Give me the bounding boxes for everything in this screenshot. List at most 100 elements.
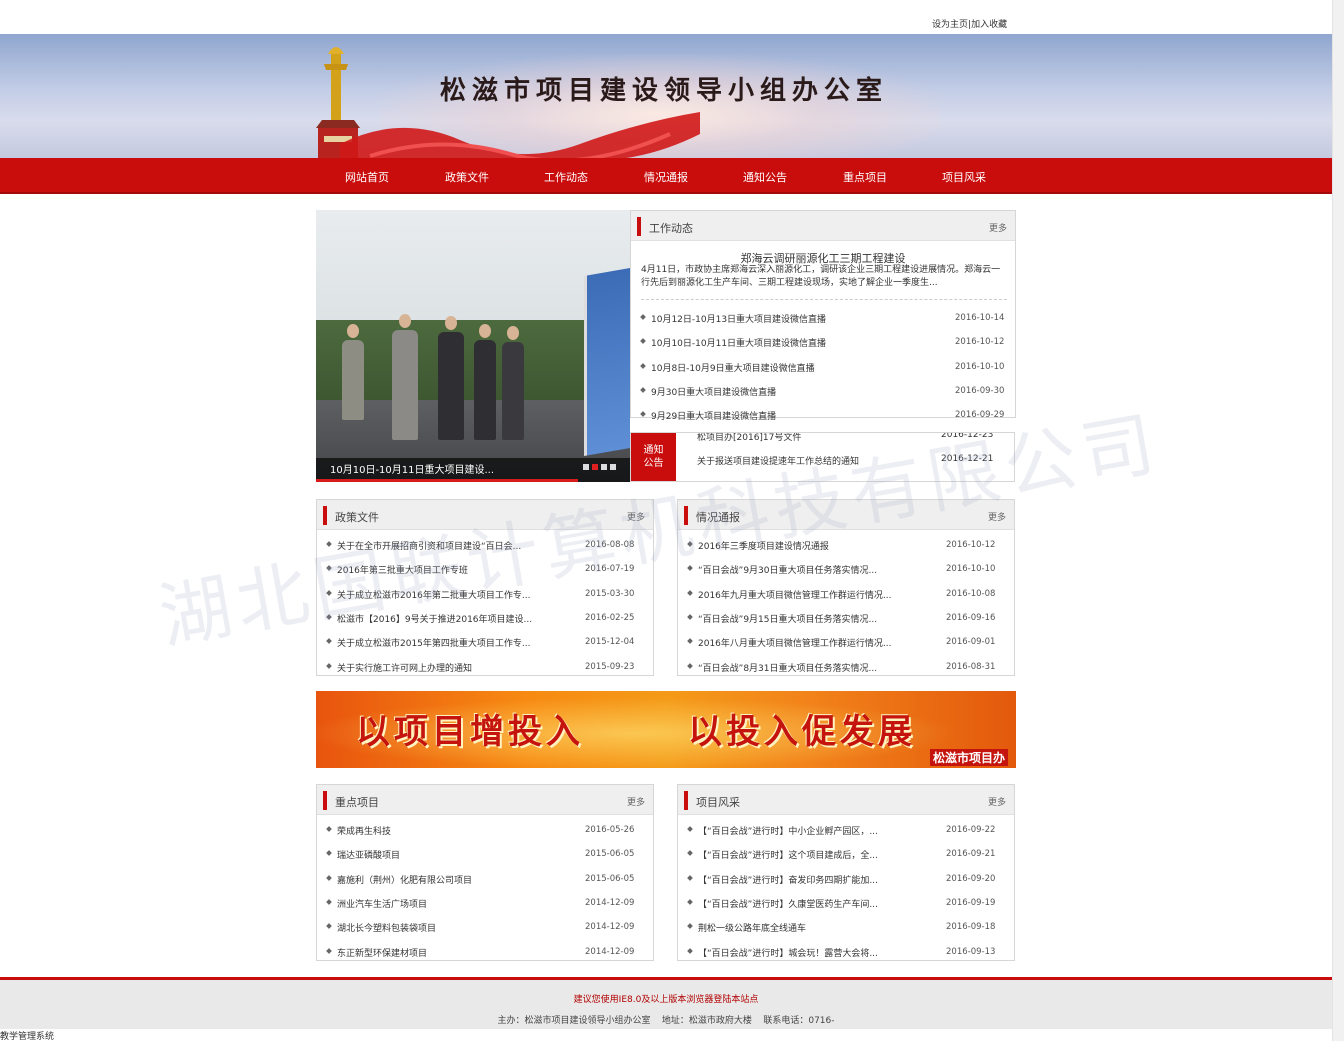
list-item-title[interactable]: 湖北长今塑料包装袋项目: [337, 921, 573, 934]
list-item-date: 2016-02-25: [585, 612, 635, 623]
nav-policy[interactable]: 政策文件: [445, 169, 489, 185]
bullet-icon: [326, 899, 332, 905]
page-scrollbar[interactable]: [1332, 0, 1344, 1041]
list-item-title[interactable]: 【“百日会战”进行时】城会玩！露营大会将...: [698, 946, 934, 959]
list-item[interactable]: 洲业汽车生活广场项目 2014-12-09: [317, 894, 653, 914]
bullet-icon: [640, 338, 646, 345]
list-item[interactable]: 2016年九月重大项目微信管理工作群运行情况... 2016-10-08: [678, 585, 1014, 605]
slide-dot[interactable]: [583, 464, 589, 470]
list-item-title[interactable]: 2016年八月重大项目微信管理工作群运行情况...: [698, 636, 934, 649]
list-item-title[interactable]: 荣成再生科技: [337, 824, 573, 837]
list-item[interactable]: “百日会战”8月31日重大项目任务落实情况... 2016-08-31: [678, 658, 1014, 678]
list-item-title[interactable]: 关于在全市开展招商引资和项目建设“百日会...: [337, 539, 573, 552]
slide-dot[interactable]: [601, 464, 607, 470]
list-item[interactable]: 荆松一级公路年底全线通车 2016-09-18: [678, 918, 1014, 938]
bullet-icon: [326, 662, 332, 669]
bullet-icon: [687, 565, 693, 572]
notice-item-date: 2016-12-21: [941, 454, 994, 464]
slide-dot[interactable]: [610, 464, 616, 470]
list-item[interactable]: 【“百日会战”进行时】奋发印务四期扩能加... 2016-09-20: [678, 870, 1014, 890]
list-item[interactable]: 嘉施利（荆州）化肥有限公司项目 2015-06-05: [317, 870, 653, 890]
list-item-title[interactable]: “百日会战”9月30日重大项目任务落实情况...: [698, 563, 934, 576]
list-item[interactable]: 关于在全市开展招商引资和项目建设“百日会... 2016-08-08: [317, 536, 653, 556]
nav-report[interactable]: 情况通报: [644, 169, 688, 185]
list-item[interactable]: 【“百日会战”进行时】中小企业孵产园区，... 2016-09-22: [678, 821, 1014, 841]
list-item[interactable]: 关于成立松滋市2015年第四批重大项目工作专... 2015-12-04: [317, 633, 653, 653]
list-item-title[interactable]: 瑞达亚磷酸项目: [337, 848, 573, 861]
notice-item-date: 2016-12-23: [941, 432, 994, 440]
list-item-title[interactable]: 10月10日-10月11日重大项目建设微信直播: [651, 336, 941, 349]
list-item[interactable]: 2016年第三批重大项目工作专班 2016-07-19: [317, 560, 653, 580]
list-item[interactable]: 东正新型环保建材项目 2014-12-09: [317, 943, 653, 963]
more-link[interactable]: 更多: [989, 221, 1007, 234]
list-item[interactable]: 10月12日-10月13日重大项目建设微信直播 2016-10-14: [631, 309, 1015, 329]
notice-tag-line: 通知: [643, 445, 664, 456]
nav-notice[interactable]: 通知公告: [743, 169, 787, 185]
list-item-title[interactable]: 洲业汽车生活广场项目: [337, 897, 573, 910]
list-item-title[interactable]: “百日会战”8月31日重大项目任务落实情况...: [698, 661, 934, 674]
more-link[interactable]: 更多: [627, 510, 645, 523]
list-item[interactable]: 荣成再生科技 2016-05-26: [317, 821, 653, 841]
list-item[interactable]: “百日会战”9月30日重大项目任务落实情况... 2016-10-10: [678, 560, 1014, 580]
panel-title: 政策文件: [335, 511, 379, 524]
list-item-title[interactable]: 9月30日重大项目建设微信直播: [651, 385, 941, 398]
more-link[interactable]: 更多: [988, 510, 1006, 523]
list-item[interactable]: 关于成立松滋市2016年第二批重大项目工作专... 2015-03-30: [317, 585, 653, 605]
list-item[interactable]: 湖北长今塑料包装袋项目 2014-12-09: [317, 918, 653, 938]
list-item-title[interactable]: 【“百日会战”进行时】这个项目建成后，全...: [698, 848, 934, 861]
list-item-title[interactable]: 嘉施利（荆州）化肥有限公司项目: [337, 873, 573, 886]
list-item-title[interactable]: 关于成立松滋市2016年第二批重大项目工作专...: [337, 588, 573, 601]
list-item[interactable]: 关于实行施工许可网上办理的通知 2015-09-23: [317, 658, 653, 678]
list-item-title[interactable]: “百日会战”9月15日重大项目任务落实情况...: [698, 612, 934, 625]
list-item-date: 2016-09-19: [946, 897, 996, 908]
list-item[interactable]: 2016年八月重大项目微信管理工作群运行情况... 2016-09-01: [678, 633, 1014, 653]
list-item[interactable]: 【“百日会战”进行时】这个项目建成后，全... 2016-09-21: [678, 845, 1014, 865]
add-favorite-link[interactable]: 加入收藏: [971, 20, 1007, 30]
list-item-title[interactable]: 10月12日-10月13日重大项目建设微信直播: [651, 312, 941, 325]
list-item[interactable]: 【“百日会战”进行时】久康堂医药生产车间... 2016-09-19: [678, 894, 1014, 914]
list-item-title[interactable]: 2016年九月重大项目微信管理工作群运行情况...: [698, 588, 934, 601]
list-item-date: 2016-09-22: [946, 825, 996, 835]
list-item[interactable]: 9月29日重大项目建设微信直播 2016-09-29: [631, 406, 1015, 426]
list-item[interactable]: 10月8日-10月9日重大项目建设微信直播 2016-10-10: [631, 358, 1015, 378]
slide-caption[interactable]: 10月10日-10月11日重大项目建设...: [330, 461, 494, 476]
photo-slider[interactable]: 10月10日-10月11日重大项目建设...: [316, 210, 630, 482]
list-item[interactable]: 瑞达亚磷酸项目 2015-06-05: [317, 845, 653, 865]
nav-key-projects[interactable]: 重点项目: [843, 169, 887, 185]
list-item-title[interactable]: 关于成立松滋市2015年第四批重大项目工作专...: [337, 636, 573, 649]
list-item-title[interactable]: 【“百日会战”进行时】久康堂医药生产车间...: [698, 897, 934, 910]
list-item-title[interactable]: 10月8日-10月9日重大项目建设微信直播: [651, 361, 941, 374]
list-item-date: 2016-10-14: [955, 313, 1005, 323]
notice-item[interactable]: 关于报送项目建设提速年工作总结的通知: [697, 454, 859, 467]
nav-project-style[interactable]: 项目风采: [942, 169, 986, 185]
list-item-title[interactable]: 2016年三季度项目建设情况通报: [698, 539, 934, 552]
list-item-title[interactable]: 关于实行施工许可网上办理的通知: [337, 661, 573, 674]
more-link[interactable]: 更多: [627, 795, 645, 808]
slide-photo-person-head: [399, 314, 411, 328]
list-item[interactable]: 9月30日重大项目建设微信直播 2016-09-30: [631, 382, 1015, 402]
list-item[interactable]: 松滋市【2016】9号关于推进2016年项目建设... 2016-02-25: [317, 609, 653, 629]
notice-item[interactable]: 松项目办[2016]17号文件: [697, 433, 801, 443]
list-item-title[interactable]: 松滋市【2016】9号关于推进2016年项目建设...: [337, 612, 573, 625]
list-item-title[interactable]: 东正新型环保建材项目: [337, 946, 573, 959]
list-item-title[interactable]: 9月29日重大项目建设微信直播: [651, 409, 941, 422]
bullet-icon: [326, 923, 332, 930]
list-item[interactable]: 2016年三季度项目建设情况通报 2016-10-12: [678, 536, 1014, 556]
list-item-title[interactable]: 【“百日会战”进行时】奋发印务四期扩能加...: [698, 873, 934, 886]
panel-title: 工作动态: [649, 222, 693, 235]
nav-home[interactable]: 网站首页: [345, 169, 389, 185]
list-item[interactable]: 10月10日-10月11日重大项目建设微信直播 2016-10-12: [631, 333, 1015, 353]
list-item[interactable]: 【“百日会战”进行时】城会玩！露营大会将... 2016-09-13: [678, 943, 1014, 963]
bullet-icon: [326, 850, 332, 857]
top-links: 设为主页|加入收藏: [932, 17, 1007, 30]
list-item[interactable]: “百日会战”9月15日重大项目任务落实情况... 2016-09-16: [678, 609, 1014, 629]
nav-work-news[interactable]: 工作动态: [544, 169, 588, 185]
list-item-title[interactable]: 2016年第三批重大项目工作专班: [337, 563, 573, 576]
list-item-title[interactable]: 荆松一级公路年底全线通车: [698, 921, 934, 934]
slide-dot[interactable]: [592, 464, 598, 470]
list-item-date: 2015-12-04: [585, 637, 635, 648]
promo-banner[interactable]: 以项目增投入 以投入促发展 松滋市项目办: [316, 691, 1016, 768]
set-homepage-link[interactable]: 设为主页: [932, 20, 968, 30]
more-link[interactable]: 更多: [988, 795, 1006, 808]
list-item-title[interactable]: 【“百日会战”进行时】中小企业孵产园区，...: [698, 824, 934, 837]
